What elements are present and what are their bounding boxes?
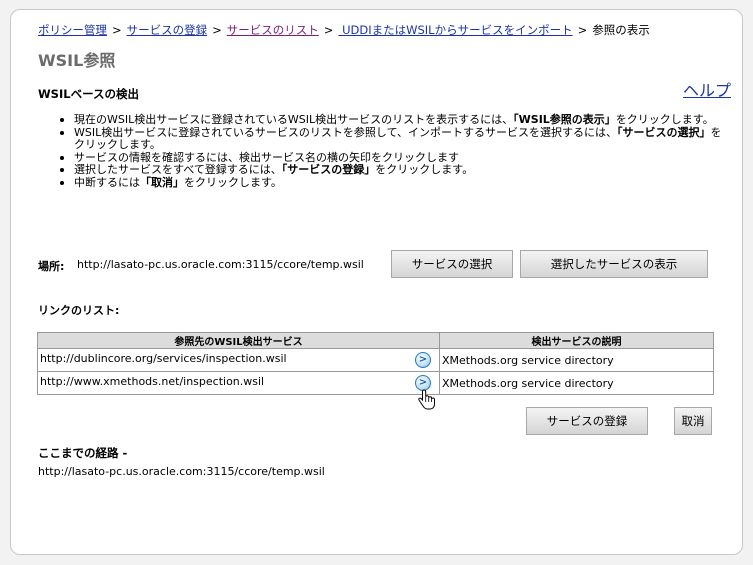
instruction-item: WSIL検出サービスに登録されているサービスのリストを参照して、インポートするサ… [58,126,730,152]
breadcrumb-separator: > [212,23,222,37]
page-title: WSIL参照 [38,51,116,70]
table-row: http://www.xmethods.net/inspection.wsil … [37,371,714,395]
breadcrumb-separator: > [577,23,588,37]
breadcrumb-service-registration[interactable]: サービスの登録 [127,23,208,37]
arrow-right-circle-icon[interactable]: > [415,352,431,368]
register-service-button[interactable]: サービスの登録 [526,407,648,435]
column-header-service: 参照先のWSIL検出サービス [37,332,440,349]
breadcrumb-current: 参照の表示 [592,23,650,37]
breadcrumb: ポリシー管理 > サービスの登録 > サービスのリスト > UDDIまたはWSILからサー… [38,22,650,38]
column-header-description: 検出サービスの説明 [439,332,714,349]
route-value: http://lasato-pc.us.oracle.com:3115/ccor… [38,465,325,478]
wsil-links-table: 参照先のWSIL検出サービス 検出サービスの説明 http://dublinco… [37,332,714,395]
location-label: 場所: [38,260,65,273]
breadcrumb-service-list[interactable]: サービスのリスト [227,23,319,37]
help-link[interactable]: ヘルプ [683,77,731,101]
table-row: http://dublincore.org/services/inspectio… [37,348,714,372]
breadcrumb-separator: > [112,23,122,37]
links-label: リンクのリスト: [38,304,120,317]
service-description: XMethods.org service directory [439,371,714,395]
service-description: XMethods.org service directory [439,348,714,372]
route-label: ここまでの経路 - [38,446,128,460]
section-title: WSILベースの検出 [38,87,139,101]
select-service-button[interactable]: サービスの選択 [391,250,513,278]
service-url-cell: http://dublincore.org/services/inspectio… [37,348,440,372]
service-url: http://dublincore.org/services/inspectio… [40,352,287,365]
breadcrumb-import[interactable]: UDDIまたはWSILからサービスをインポート [338,23,573,37]
service-url-cell: http://www.xmethods.net/inspection.wsil … [37,371,440,395]
service-url: http://www.xmethods.net/inspection.wsil [40,375,265,388]
breadcrumb-policy-management[interactable]: ポリシー管理 [38,23,107,37]
show-selected-services-button[interactable]: 選択したサービスの表示 [520,250,708,278]
instruction-list: 現在のWSIL検出サービスに登録されているWSIL検出サービスのリストを表示する… [58,113,730,190]
cancel-button[interactable]: 取消 [674,407,712,435]
location-value: http://lasato-pc.us.oracle.com:3115/ccor… [77,258,364,271]
breadcrumb-separator: > [323,23,334,37]
hand-cursor-icon [418,389,435,410]
instruction-item: 中断するには「取消」をクリックします。 [58,176,730,190]
